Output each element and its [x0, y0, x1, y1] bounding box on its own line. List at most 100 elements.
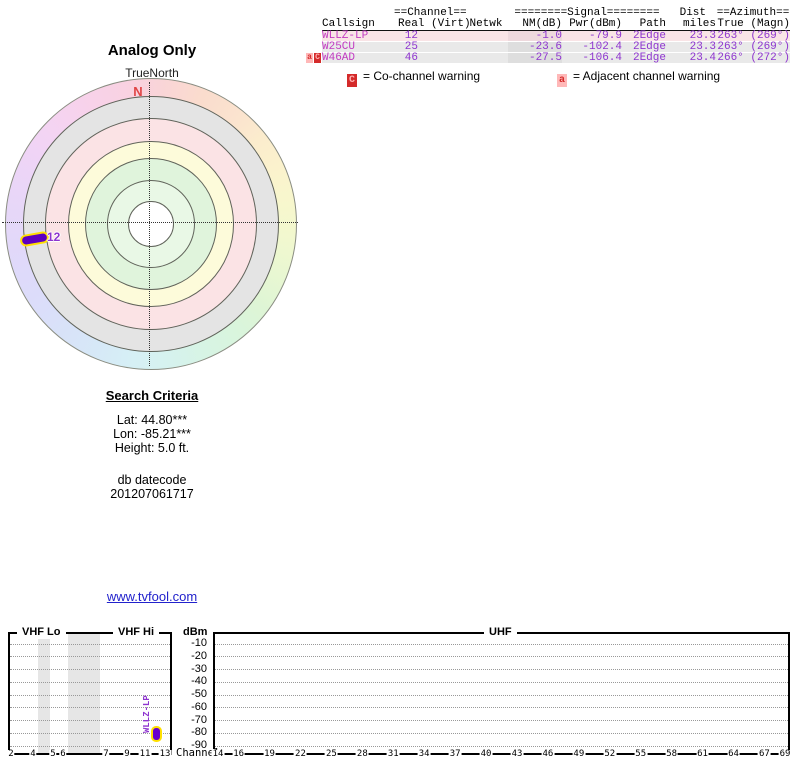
channel-tick: 49 [572, 749, 586, 759]
gridline [215, 745, 788, 747]
col-header-callsign: Callsign [322, 18, 375, 30]
col-header-nm: NM(dB) [522, 18, 562, 30]
dbm-tick: -60 [191, 700, 207, 713]
gridline [10, 669, 170, 670]
uhf-panel [213, 632, 790, 755]
gridline [10, 745, 170, 747]
channel-tick: 40 [479, 749, 493, 759]
radar-ring-center [128, 201, 174, 247]
table-rows: WLLZ-LP 12 -1.0 -79.9 2Edge 23.3 263° (269°) W2… [306, 30, 790, 64]
channel-tick: 19 [263, 749, 276, 759]
channel-tick: 37 [448, 749, 462, 759]
station-row: W25CU 25 -23.6 -102.4 2Edge 23.3 263° (269°) [322, 41, 790, 53]
tvfool-link[interactable]: www.tvfool.com [107, 589, 197, 604]
cell-path: 2Edge [632, 52, 666, 64]
gridline [215, 694, 788, 696]
cell-netwk [464, 42, 508, 52]
co-channel-warning-icon: C [347, 74, 357, 87]
radar-station-marker-label: 12 [47, 230, 61, 244]
site-link-wrap: www.tvfool.com [27, 589, 277, 604]
channel-tick: 28 [355, 749, 369, 759]
channel-tick: 11 [138, 749, 152, 759]
cell-nm: -1.0 [508, 31, 562, 42]
channel-tick: 67 [758, 749, 771, 759]
channel-tick: 58 [665, 749, 679, 759]
spectrum-station-marker-label: WLLZ-LP [142, 695, 152, 733]
channel-tick: 46 [541, 749, 555, 759]
cell-path: 2Edge [632, 30, 666, 42]
channel-tick: 9 [123, 749, 131, 759]
db-datecode-label: db datecode [117, 473, 187, 487]
gridline [10, 643, 170, 645]
search-criteria-title: Search Criteria [105, 388, 199, 403]
channel-tick: 61 [696, 749, 709, 759]
gridline [215, 707, 788, 709]
col-header-miles: miles [682, 18, 716, 30]
legend-adjacent-channel: a = Adjacent channel warning [557, 69, 720, 87]
col-header-netwk: Netwk [469, 18, 503, 30]
channel-tick: 22 [294, 749, 307, 759]
radar-title: Analog Only [107, 42, 197, 59]
cell-pwr: -106.4 [582, 52, 622, 64]
channel-tick: 5 [49, 749, 57, 759]
uhf-label: UHF [484, 625, 517, 639]
vhf-panel [8, 632, 172, 755]
channel-tick: 14 [211, 749, 225, 759]
cell-pwr: -102.4 [582, 41, 622, 53]
channel-tick: 64 [727, 749, 740, 759]
vhf-hi-label: VHF Hi [113, 625, 160, 639]
cell-callsign: W25CU [322, 41, 356, 53]
station-row: a C W46AD 46 -27.5 -106.4 2Edge 23.4 266° (272°) [306, 52, 790, 64]
cell-callsign: WLLZ-LP [322, 30, 369, 42]
gridline [10, 681, 170, 683]
criteria-longitude: Lon: -85.21*** [113, 427, 191, 441]
spectrum-gap-band [68, 634, 100, 753]
col-header-pwr: Pwr(dBm) [569, 18, 622, 30]
cell-az: 266° (272°) [717, 52, 790, 64]
group-header-channel: ==Channel== [394, 7, 467, 19]
north-marker: N [133, 84, 143, 99]
cell-miles: 23.4 [689, 52, 716, 64]
dbm-tick: -80 [191, 726, 207, 739]
dbm-tick: -20 [191, 649, 207, 662]
gridline [10, 656, 170, 658]
gridline [215, 656, 788, 658]
legend-co-channel: C = Co-channel warning [347, 69, 480, 87]
cell-netwk [464, 53, 508, 63]
channel-tick: 69 [778, 749, 792, 759]
vhf-lo-label: VHF Lo [17, 625, 66, 639]
cell-real: 12 [404, 30, 418, 42]
station-row: WLLZ-LP 12 -1.0 -79.9 2Edge 23.3 263° (269°) [322, 30, 790, 42]
channel-tick: 13 [158, 749, 172, 759]
gridline [215, 669, 788, 670]
gridline [215, 681, 788, 683]
channel-tick: 4 [29, 749, 37, 759]
channel-tick: 7 [102, 749, 110, 759]
co-channel-warning-icon: C [314, 53, 321, 63]
cell-real: 46 [404, 52, 418, 64]
warning-flags: aC [306, 53, 321, 63]
cell-nm: -27.5 [508, 53, 562, 64]
tvfool-report-page: Analog Only TrueNorth N 12 ==Channel== =… [0, 0, 800, 768]
col-header-azimuth: True (Magn) [717, 18, 790, 30]
criteria-latitude: Lat: 44.80*** [116, 413, 188, 427]
cell-az: 263° (269°) [717, 41, 790, 53]
legend-co-text: = Co-channel warning [363, 69, 481, 83]
channel-tick: 2 [7, 749, 15, 759]
cell-virt [418, 31, 464, 41]
adjacent-channel-warning-icon: a [306, 53, 313, 63]
cell-real: 25 [404, 41, 418, 53]
channel-tick: 6 [59, 749, 67, 759]
cell-netwk [464, 31, 508, 41]
cell-virt [418, 42, 464, 52]
legend-adj-text: = Adjacent channel warning [573, 69, 721, 83]
dbm-tick: -10 [191, 637, 207, 649]
dbm-tick: -50 [191, 688, 207, 700]
gridline [215, 720, 788, 721]
col-header-path: Path [639, 18, 666, 30]
adjacent-channel-warning-icon: a [557, 74, 567, 87]
channel-tick: 52 [603, 749, 617, 759]
channel-tick: 31 [386, 749, 400, 759]
group-header-azimuth: ==Azimuth== [716, 7, 790, 19]
radar-crosshair-horizontal [2, 222, 298, 223]
